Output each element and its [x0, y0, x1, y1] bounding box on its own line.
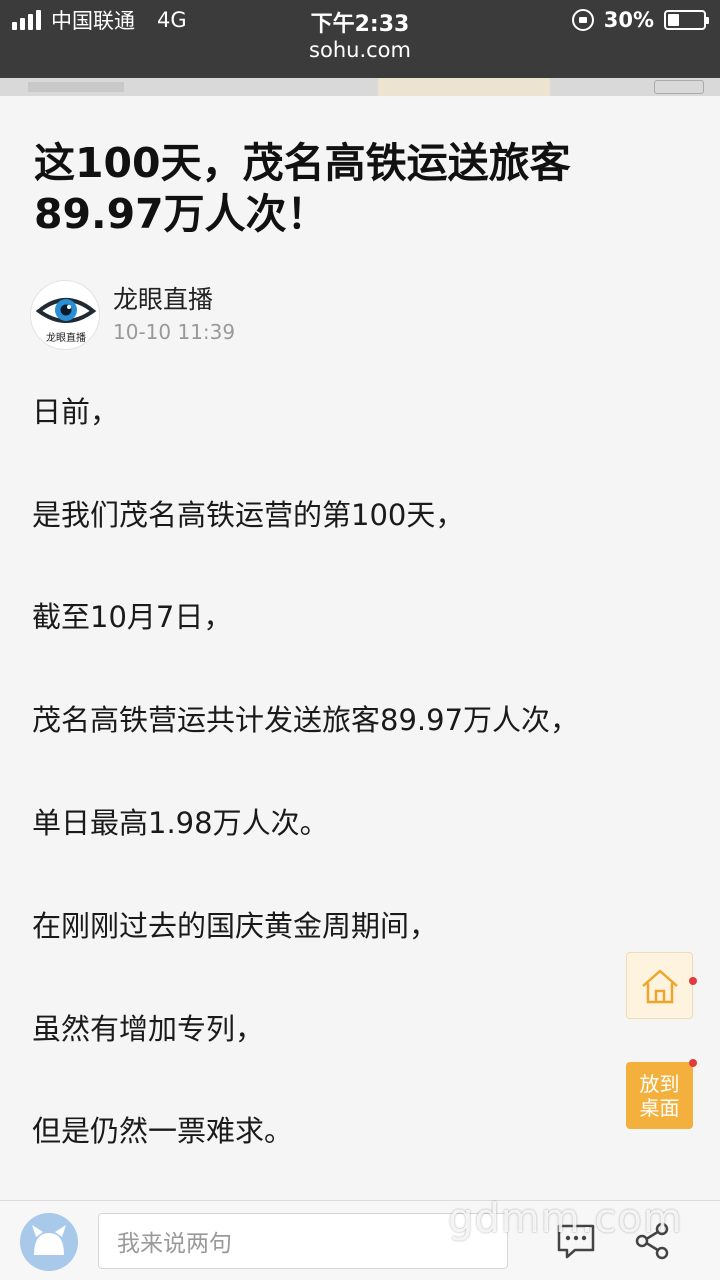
add-to-desktop-button[interactable]: 放到 桌面 [626, 1062, 693, 1129]
battery-icon [664, 10, 709, 30]
author-name[interactable]: 龙眼直播 [113, 280, 213, 316]
desk-label-line2: 桌面 [639, 1095, 680, 1120]
home-icon [641, 969, 678, 1003]
user-avatar[interactable] [20, 1213, 78, 1271]
status-bar: 中国联通 4G 下午2:33 30% sohu.com [0, 0, 720, 78]
eye-logo-icon: 龙眼直播 [35, 298, 97, 344]
battery-percent: 30% [603, 8, 654, 32]
watermark: gdmm.com [448, 1196, 683, 1242]
article-paragraph: 虽然有增加专列， [32, 1012, 265, 1046]
comment-input[interactable]: 我来说两句 [98, 1213, 508, 1269]
default-avatar-icon [20, 1213, 78, 1271]
home-notification-dot [689, 977, 697, 985]
article-paragraph: 日前， [32, 395, 120, 429]
article-paragraph: 截至10月7日， [32, 600, 233, 634]
article-title: 这100天，茂名高铁运送旅客 89.97万人次！ [34, 138, 674, 240]
article-title-line2: 89.97万人次！ [34, 190, 328, 238]
status-right: 30% [571, 6, 709, 34]
article-paragraph: 茂名高铁营运共计发送旅客89.97万人次， [32, 703, 580, 737]
article-paragraph: 单日最高1.98万人次。 [32, 806, 329, 840]
article-paragraph: 在刚刚过去的国庆黄金周期间， [32, 909, 439, 943]
publish-time: 10-10 11:39 [113, 320, 236, 344]
desk-notification-dot [689, 1059, 697, 1067]
rotation-lock-icon [571, 9, 594, 31]
collapsed-header-strip [0, 78, 720, 96]
author-avatar[interactable]: 龙眼直播 [30, 280, 100, 350]
url-bar[interactable]: sohu.com [0, 38, 720, 62]
desk-label-line1: 放到 [639, 1071, 680, 1096]
article-paragraph: 是我们茂名高铁运营的第100天， [32, 498, 465, 532]
home-button[interactable] [626, 952, 693, 1019]
avatar-caption: 龙眼直播 [46, 331, 86, 344]
article: 这100天，茂名高铁运送旅客 89.97万人次！ 龙眼直播 龙眼直播 10-10… [0, 96, 720, 1200]
article-paragraph: 但是仍然一票难求。 [32, 1114, 294, 1148]
article-title-line1: 这100天，茂名高铁运送旅客 [34, 139, 571, 187]
